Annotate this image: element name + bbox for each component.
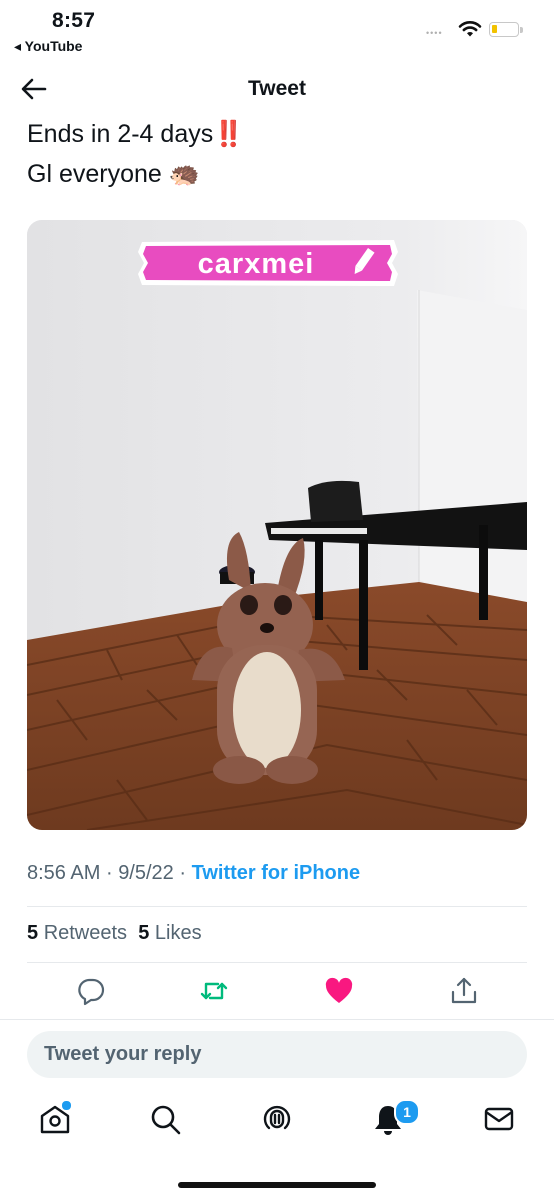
tweet-line-1-text: Ends in 2-4 days bbox=[27, 120, 214, 148]
signal-icon: •••• bbox=[426, 28, 443, 38]
divider bbox=[0, 1019, 554, 1020]
tweet-image[interactable]: carxmei bbox=[27, 220, 527, 830]
double-exclamation-emoji: ‼️ bbox=[213, 120, 245, 148]
tweet-line-2: Gl everyone 🦔 bbox=[27, 154, 244, 194]
divider bbox=[27, 962, 527, 963]
battery-icon bbox=[489, 22, 523, 37]
status-time: 8:57 bbox=[52, 9, 96, 32]
tweet-source-link[interactable]: Twitter for iPhone bbox=[192, 862, 361, 884]
tweet-header: Tweet bbox=[0, 62, 554, 116]
tweet-date: 9/5/22 bbox=[118, 862, 174, 884]
likes-label: Likes bbox=[154, 922, 202, 944]
retweet-icon[interactable] bbox=[199, 976, 229, 1006]
notifications-badge: 1 bbox=[394, 1099, 420, 1125]
likes-count: 5 bbox=[138, 922, 150, 944]
heart-icon[interactable] bbox=[324, 976, 354, 1006]
back-to-app-link[interactable]: ◂ YouTube bbox=[14, 38, 82, 55]
messages-icon[interactable] bbox=[482, 1102, 516, 1136]
tweet-actions bbox=[0, 976, 554, 1010]
reply-icon[interactable] bbox=[76, 976, 106, 1006]
likes-stat[interactable]: 5 Likes bbox=[138, 922, 201, 944]
name-tag: carxmei bbox=[136, 238, 400, 288]
battery-level bbox=[492, 25, 497, 33]
home-indicator bbox=[178, 1182, 376, 1188]
share-icon[interactable] bbox=[449, 976, 479, 1006]
status-bar: 8:57 ◂ YouTube •••• bbox=[0, 0, 554, 62]
tweet-line-1: Ends in 2-4 days‼️ bbox=[27, 114, 244, 154]
hedgehog-emoji: 🦔 bbox=[168, 160, 200, 188]
search-icon[interactable] bbox=[148, 1102, 182, 1136]
reply-input[interactable]: Tweet your reply bbox=[27, 1031, 527, 1078]
spaces-icon[interactable] bbox=[260, 1102, 294, 1136]
tweet-line-2-text: Gl everyone bbox=[27, 160, 162, 188]
home-unread-dot bbox=[61, 1100, 72, 1111]
page-title: Tweet bbox=[248, 77, 306, 100]
meta-separator: · bbox=[179, 862, 187, 884]
reply-placeholder: Tweet your reply bbox=[44, 1043, 202, 1065]
tweet-text: Ends in 2-4 days‼️ Gl everyone 🦔 bbox=[27, 114, 244, 194]
game-scene-image bbox=[27, 220, 527, 830]
tweet-stats: 5 Retweets 5 Likes bbox=[27, 922, 202, 945]
meta-separator: · bbox=[105, 862, 113, 884]
retweets-stat[interactable]: 5 Retweets bbox=[27, 922, 127, 944]
tweet-time: 8:56 AM bbox=[27, 862, 101, 884]
wifi-icon bbox=[458, 21, 482, 37]
tweet-metadata: 8:56 AM · 9/5/22 · Twitter for iPhone bbox=[27, 862, 360, 885]
divider bbox=[27, 906, 527, 907]
retweets-count: 5 bbox=[27, 922, 39, 944]
retweets-label: Retweets bbox=[43, 922, 128, 944]
name-tag-label: carxmei bbox=[197, 248, 315, 280]
